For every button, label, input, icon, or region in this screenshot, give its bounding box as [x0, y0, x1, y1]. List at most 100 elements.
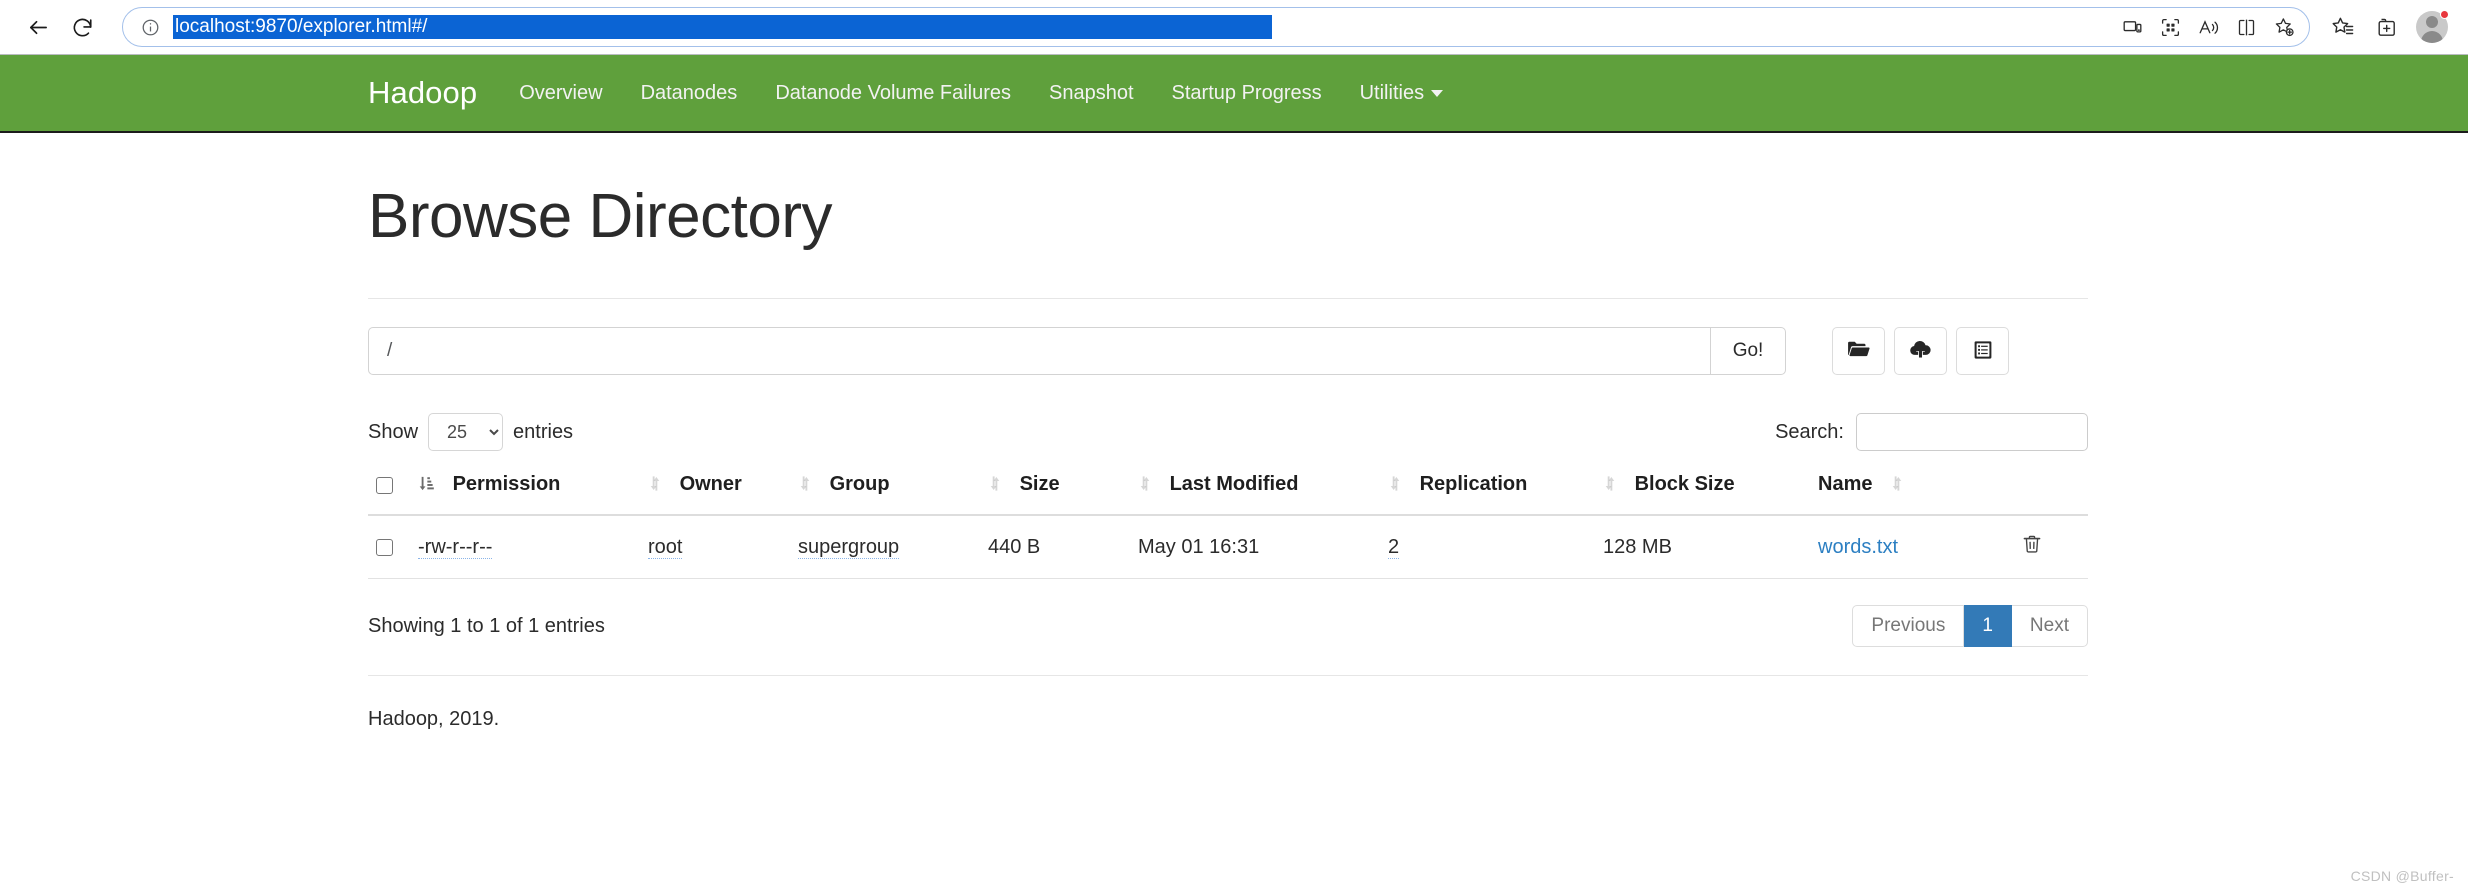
sort-icon — [1138, 475, 1152, 498]
th-name-label: Name — [1818, 473, 1873, 495]
select-all-checkbox[interactable] — [376, 477, 393, 495]
sort-icon — [988, 475, 1002, 498]
nav-snapshot[interactable]: Snapshot — [1049, 82, 1134, 105]
permission-value[interactable]: -rw-r--r-- — [418, 535, 493, 559]
cut-paste-button[interactable] — [1956, 327, 2009, 375]
pagination: Previous 1 Next — [1852, 605, 2088, 647]
th-group-label: Group — [829, 473, 890, 495]
add-favorite-icon[interactable] — [2267, 10, 2301, 44]
nav-overview[interactable]: Overview — [519, 82, 602, 105]
cell-group: supergroup — [790, 515, 980, 579]
cell-owner: root — [640, 515, 790, 579]
table-header-row: Permission Owner Group Size Last Modifie… — [368, 463, 2088, 516]
path-input[interactable] — [368, 327, 1710, 375]
collections-icon[interactable] — [2368, 8, 2406, 46]
sort-icon — [1603, 475, 1617, 498]
search-control: Search: — [1775, 413, 2088, 451]
files-table-body: -rw-r--r-- root supergroup 440 B May 01 … — [368, 515, 2088, 579]
th-permission[interactable]: Permission — [410, 463, 640, 516]
browser-essentials-icon[interactable] — [2153, 10, 2187, 44]
page-title: Browse Directory — [368, 182, 833, 251]
nav-utilities-label: Utilities — [1359, 81, 1425, 104]
sort-icon — [1388, 475, 1402, 498]
group-value[interactable]: supergroup — [798, 535, 900, 559]
path-action-buttons — [1832, 327, 2009, 375]
th-block-size-label: Block Size — [1634, 473, 1735, 495]
address-bar-url[interactable]: localhost:9870/explorer.html#/ — [173, 15, 1273, 39]
th-owner-label: Owner — [679, 473, 742, 495]
nav-datanodes[interactable]: Datanodes — [641, 82, 738, 105]
row-checkbox[interactable] — [376, 538, 393, 556]
cell-name: words.txt — [1810, 515, 2013, 579]
nav-utilities[interactable]: Utilities — [1359, 81, 1444, 105]
nav-startup-progress[interactable]: Startup Progress — [1172, 82, 1322, 105]
th-last-modified-label: Last Modified — [1169, 473, 1299, 495]
back-button[interactable] — [16, 5, 60, 49]
address-bar[interactable]: localhost:9870/explorer.html#/ — [122, 7, 2310, 47]
table-info: Showing 1 to 1 of 1 entries — [368, 614, 605, 637]
row-select-cell[interactable] — [368, 515, 410, 579]
cell-replication: 2 — [1380, 515, 1595, 579]
nav-datanode-volume-failures[interactable]: Datanode Volume Failures — [775, 82, 1011, 105]
sort-icon — [648, 475, 662, 498]
files-table: Permission Owner Group Size Last Modifie… — [368, 463, 2088, 579]
show-label: Show — [368, 420, 419, 443]
th-replication-label: Replication — [1419, 473, 1528, 495]
cell-actions — [2012, 515, 2088, 579]
browser-toolbar: localhost:9870/explorer.html#/ — [0, 0, 2468, 55]
search-input[interactable] — [1856, 413, 2088, 451]
site-footer: Hadoop, 2019. — [368, 708, 500, 730]
hadoop-navbar: Hadoop Overview Datanodes Datanode Volum… — [0, 55, 2468, 133]
address-bar-icons — [2115, 10, 2301, 44]
th-group[interactable]: Group — [790, 463, 980, 516]
pagination-previous[interactable]: Previous — [1852, 605, 1965, 647]
th-actions — [2012, 463, 2088, 516]
path-input-group: Go! — [368, 327, 1786, 375]
split-screen-icon[interactable] — [2229, 10, 2263, 44]
replication-value[interactable]: 2 — [1388, 535, 1400, 559]
pagination-page-1[interactable]: 1 — [1964, 605, 2012, 647]
th-select-all[interactable] — [368, 463, 410, 516]
favorites-icon[interactable] — [2324, 8, 2362, 46]
search-label: Search: — [1775, 420, 1844, 443]
path-bar: Go! — [368, 327, 2088, 375]
th-size-label: Size — [1019, 473, 1060, 495]
page-content: Browse Directory Go! — [368, 133, 2088, 731]
browser-right-toolbar — [2324, 7, 2452, 47]
table-controls: Show 25 50 100 entries Search: — [368, 413, 2088, 451]
cast-device-icon[interactable] — [2115, 10, 2149, 44]
delete-icon[interactable] — [2021, 535, 2043, 560]
owner-value[interactable]: root — [648, 535, 683, 559]
create-directory-button[interactable] — [1832, 327, 1885, 375]
th-replication[interactable]: Replication — [1380, 463, 1595, 516]
cloud-upload-icon — [1908, 337, 1933, 365]
read-aloud-icon[interactable] — [2191, 10, 2225, 44]
table-row: -rw-r--r-- root supergroup 440 B May 01 … — [368, 515, 2088, 579]
th-owner[interactable]: Owner — [640, 463, 790, 516]
folder-open-icon — [1846, 337, 1871, 365]
th-last-modified[interactable]: Last Modified — [1130, 463, 1380, 516]
sort-icon — [798, 475, 812, 498]
upload-file-button[interactable] — [1894, 327, 1947, 375]
clipboard-list-icon — [1971, 338, 1995, 365]
page-length-select[interactable]: 25 50 100 — [428, 413, 504, 451]
avatar[interactable] — [2412, 7, 2452, 47]
brand-hadoop[interactable]: Hadoop — [368, 75, 477, 111]
reload-button[interactable] — [60, 5, 104, 49]
watermark: CSDN @Buffer- — [2350, 868, 2454, 884]
th-name[interactable]: Name — [1810, 463, 2013, 516]
go-button[interactable]: Go! — [1710, 327, 1786, 375]
info-circle-icon[interactable] — [137, 14, 163, 40]
avatar-notification-dot — [2440, 10, 2449, 19]
cell-size: 440 B — [980, 515, 1130, 579]
files-table-head: Permission Owner Group Size Last Modifie… — [368, 463, 2088, 516]
length-control: Show 25 50 100 entries — [368, 413, 573, 451]
cell-block-size: 128 MB — [1595, 515, 1810, 579]
file-name-link[interactable]: words.txt — [1818, 536, 1898, 558]
th-size[interactable]: Size — [980, 463, 1130, 516]
chevron-down-icon — [1431, 89, 1444, 97]
th-block-size[interactable]: Block Size — [1595, 463, 1810, 516]
sort-icon — [1890, 475, 1904, 498]
cell-last-modified: May 01 16:31 — [1130, 515, 1380, 579]
pagination-next[interactable]: Next — [2011, 605, 2088, 647]
